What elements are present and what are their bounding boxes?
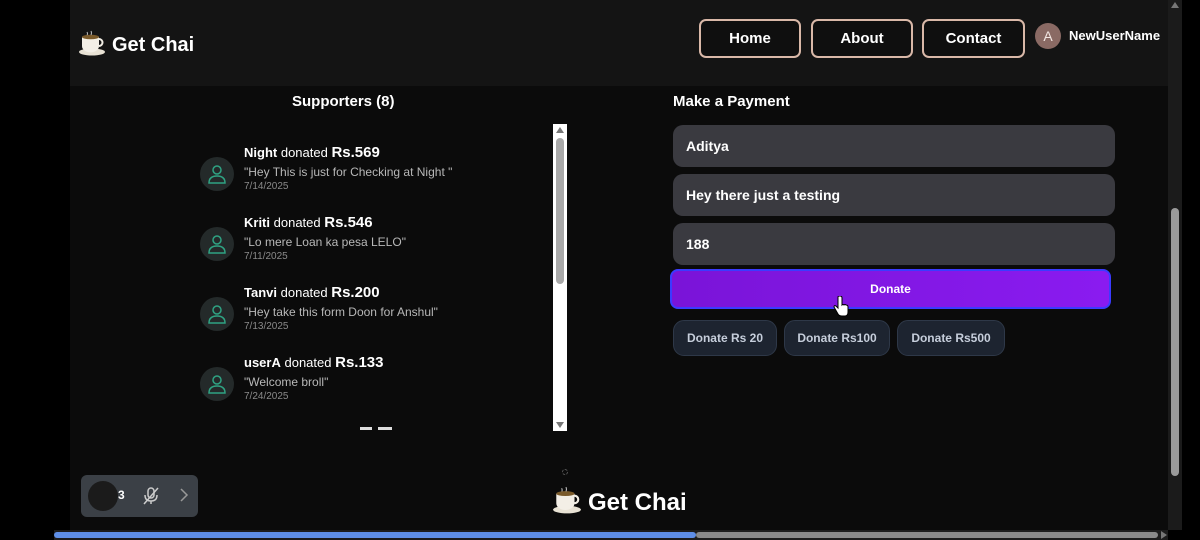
donation-date: 7/13/2025 — [244, 321, 289, 332]
navbar: Get Chai Home About Contact A NewUserNam… — [70, 0, 1168, 86]
donation-amount: Rs.546 — [324, 214, 373, 231]
supporter-name: Tanvi — [244, 285, 277, 300]
supporter-message: "Lo mere Loan ka pesa LELO" — [244, 235, 406, 249]
supporter-name: userA — [244, 355, 281, 370]
list-item: Tanvi donated Rs.200 "Hey take this form… — [200, 284, 438, 332]
supporter-message: "Welcome broll" — [244, 375, 329, 389]
supporters-title: Supporters (8) — [292, 93, 395, 110]
supporters-scrollbar[interactable] — [553, 124, 567, 431]
user-menu[interactable]: A NewUserName — [1035, 23, 1160, 49]
scroll-down-arrow-icon[interactable] — [556, 422, 564, 428]
brand-logo[interactable]: Get Chai — [78, 30, 194, 61]
footer-brand-name: Get Chai — [588, 488, 687, 516]
chai-cup-icon — [552, 486, 582, 519]
loading-indicator — [562, 469, 568, 475]
donated-label: donated — [280, 285, 328, 300]
donate-500-button[interactable]: Donate Rs500 — [897, 320, 1005, 356]
scrollbar-thumb[interactable] — [1171, 208, 1179, 476]
list-item: Kriti donated Rs.546 "Lo mere Loan ka pe… — [200, 214, 406, 262]
scrollbar-thumb[interactable] — [556, 138, 564, 284]
payment-title: Make a Payment — [673, 93, 790, 110]
nav-about-button[interactable]: About — [811, 19, 913, 58]
message-input[interactable]: Hey there just a testing — [673, 174, 1115, 216]
scroll-right-arrow-icon[interactable] — [1161, 531, 1167, 539]
user-icon — [200, 297, 234, 331]
footer-brand: Get Chai — [552, 486, 687, 519]
donate-button[interactable]: Donate — [670, 269, 1111, 309]
donation-amount: Rs.569 — [331, 144, 380, 161]
hand-cursor-icon — [833, 295, 849, 323]
donate-100-button[interactable]: Donate Rs100 — [784, 320, 890, 356]
supporter-name: Night — [244, 145, 278, 160]
amount-input[interactable]: 188 — [673, 223, 1115, 265]
list-item: Night donated Rs.569 "Hey This is just f… — [200, 144, 452, 192]
nav-home-button[interactable]: Home — [699, 19, 801, 58]
donation-date: 7/24/2025 — [244, 391, 289, 402]
mic-off-icon[interactable] — [143, 487, 159, 510]
donation-date: 7/14/2025 — [244, 181, 289, 192]
chai-cup-icon — [78, 30, 106, 61]
brand-name: Get Chai — [112, 34, 195, 56]
supporter-name: Kriti — [244, 215, 270, 230]
participant-count: 3 — [118, 488, 125, 502]
right-edge — [1182, 0, 1200, 540]
username: NewUserName — [1069, 27, 1161, 43]
chevron-right-icon[interactable] — [179, 487, 189, 508]
supporter-message: "Hey take this form Doon for Anshul" — [244, 305, 438, 319]
donated-label: donated — [284, 355, 332, 370]
name-input[interactable]: Aditya — [673, 125, 1115, 167]
scrollbar-track[interactable] — [696, 532, 1158, 538]
donation-amount: Rs.133 — [335, 354, 384, 371]
supporter-message: "Hey This is just for Checking at Night … — [244, 165, 453, 179]
donation-date: 7/11/2025 — [244, 251, 288, 262]
call-widget[interactable]: 3 — [81, 475, 198, 517]
left-edge — [0, 0, 70, 540]
donate-20-button[interactable]: Donate Rs 20 — [673, 320, 777, 356]
donation-amount: Rs.200 — [331, 284, 380, 301]
list-item: userA donated Rs.133 "Welcome broll" 7/2… — [200, 354, 383, 402]
page: Get Chai Home About Contact A NewUserNam… — [70, 0, 1168, 530]
nav-contact-button[interactable]: Contact — [922, 19, 1025, 58]
scrollbar-thumb[interactable] — [54, 532, 696, 538]
user-icon — [200, 157, 234, 191]
page-vertical-scrollbar[interactable] — [1168, 0, 1182, 530]
avatar: A — [1035, 23, 1061, 49]
camera-preview[interactable] — [88, 481, 118, 511]
page-horizontal-scrollbar[interactable] — [54, 530, 1168, 540]
user-icon — [200, 227, 234, 261]
donated-label: donated — [280, 145, 328, 160]
supporters-list: Night donated Rs.569 "Hey This is just f… — [200, 138, 550, 430]
scroll-up-arrow-icon[interactable] — [556, 127, 564, 133]
scroll-up-arrow-icon[interactable] — [1171, 2, 1179, 8]
user-icon — [200, 367, 234, 401]
donated-label: donated — [273, 215, 321, 230]
list-item-partial — [360, 424, 400, 430]
